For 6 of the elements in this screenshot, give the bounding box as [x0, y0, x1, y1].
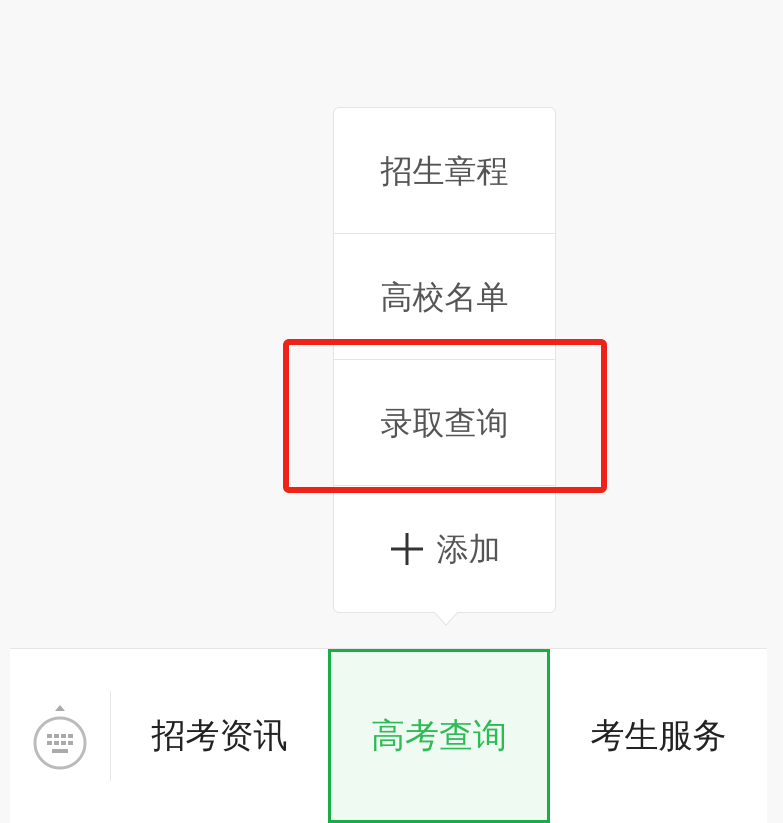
submenu-item[interactable]: 录取查询 — [334, 360, 555, 486]
submenu-item[interactable]: 招生章程 — [334, 108, 555, 234]
add-button[interactable]: 添加 — [334, 486, 555, 612]
menu-tab[interactable]: 考生服务 — [550, 649, 768, 823]
submenu-item[interactable]: 高校名单 — [334, 234, 555, 360]
plus-icon — [388, 531, 424, 567]
